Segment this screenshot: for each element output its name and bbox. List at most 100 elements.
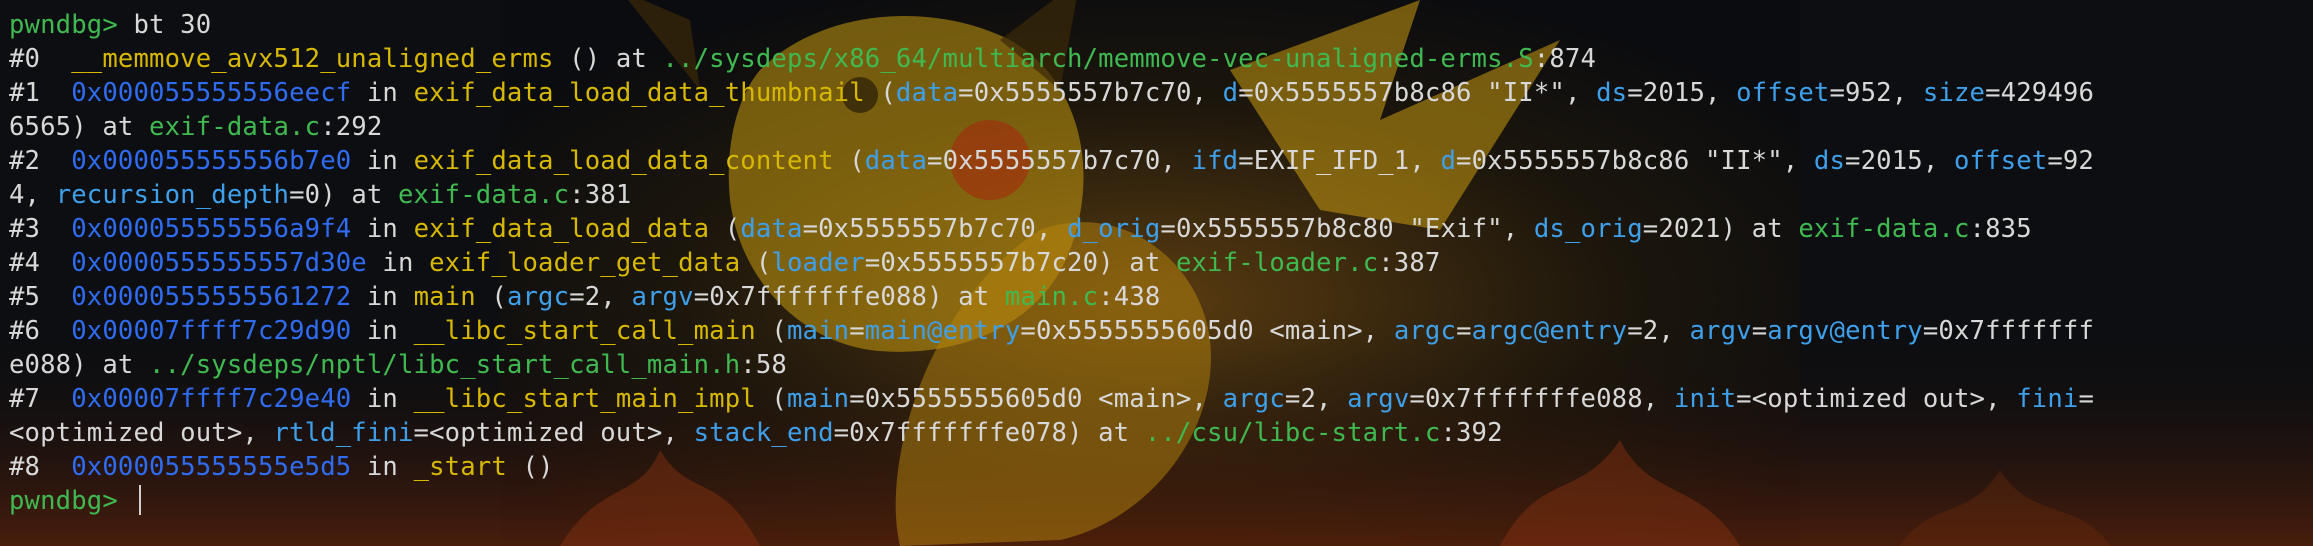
frame-address: 0x0000555555561272: [71, 282, 352, 312]
terminal-text: :835: [1969, 214, 2032, 244]
terminal-text: #2: [9, 146, 72, 176]
terminal-text: (: [740, 248, 772, 278]
terminal-text: =0x7fffffffe088) at: [693, 282, 1005, 312]
source-path: exif-data.c: [398, 180, 570, 210]
terminal-text: =92: [2047, 146, 2094, 176]
terminal-text: =0x5555557b8c86 "II*",: [1456, 146, 1814, 176]
terminal-text: (: [864, 78, 896, 108]
terminal-text: :381: [569, 180, 632, 210]
function-name: exif_data_load_data_thumbnail: [413, 78, 865, 108]
terminal-text: =0x5555557b7c20) at: [864, 248, 1176, 278]
terminal-text: in: [351, 316, 414, 346]
terminal-text: 6565) at: [9, 112, 150, 142]
backtrace-frame-line: #3 0x000055555556a9f4 in exif_data_load_…: [9, 212, 2313, 246]
frame-address: 0x000055555556eecf: [71, 78, 352, 108]
argument-name: argc@entry: [1471, 316, 1628, 346]
terminal-text: #3: [9, 214, 72, 244]
argument-name: recursion_depth: [55, 180, 290, 210]
terminal-text: :438: [1098, 282, 1161, 312]
terminal-text: :387: [1378, 248, 1441, 278]
argument-name: argv: [1689, 316, 1752, 346]
prompt-text: pwndbg>: [9, 10, 118, 40]
terminal-text: (: [755, 316, 787, 346]
argument-name: main: [786, 384, 850, 414]
argument-name: argv@entry: [1767, 316, 1923, 346]
argument-name: rtld_fini: [273, 418, 414, 448]
terminal-text: =: [1751, 316, 1768, 346]
source-path: main.c: [1004, 282, 1099, 312]
argument-name: d: [1440, 146, 1457, 176]
terminal-text: =2,: [1284, 384, 1348, 414]
terminal-text: =<optimized out>,: [413, 418, 694, 448]
terminal-text: e088) at: [9, 350, 150, 380]
backtrace-continuation-line: e088) at ../sysdeps/nptl/libc_start_call…: [9, 348, 2313, 382]
terminal-text: =: [2078, 384, 2095, 414]
argument-name: data: [740, 214, 803, 244]
backtrace-frame-line: #8 0x000055555555e5d5 in _start (): [9, 450, 2313, 484]
terminal-text: =0x5555555605d0 <main>,: [849, 384, 1223, 414]
terminal-output[interactable]: pwndbg> bt 30 #0 __memmove_avx512_unalign…: [0, 0, 2313, 546]
argument-name: main: [786, 316, 850, 346]
terminal-text: =2021) at: [1642, 214, 1799, 244]
terminal-text: #5: [9, 282, 72, 312]
function-name: __libc_start_call_main: [413, 316, 756, 346]
terminal-text: in: [351, 452, 414, 482]
source-path: exif-data.c: [1798, 214, 1970, 244]
terminal-text: :292: [320, 112, 383, 142]
terminal-text: =<optimized out>,: [1736, 384, 2017, 414]
text-cursor[interactable]: [139, 485, 142, 515]
argument-name: argc: [1222, 384, 1285, 414]
argument-name: stack_end: [693, 418, 834, 448]
backtrace-frame-line: #0 __memmove_avx512_unaligned_erms () at…: [9, 42, 2313, 76]
terminal-text: #8: [9, 452, 72, 482]
source-path: exif-data.c: [149, 112, 321, 142]
terminal-text: #7: [9, 384, 72, 414]
terminal-text: #4: [9, 248, 72, 278]
frame-address: 0x0000555555557d30e: [71, 248, 367, 278]
frame-address: 0x000055555555e5d5: [71, 452, 352, 482]
function-name: exif_data_load_data: [413, 214, 710, 244]
terminal-text: =: [849, 316, 865, 346]
argument-name: ds: [1813, 146, 1846, 176]
prompt-text: pwndbg>: [9, 486, 118, 516]
prompt-line: pwndbg>: [9, 484, 2313, 518]
terminal-text: in: [351, 78, 414, 108]
source-path: ../csu/libc-start.c: [1144, 418, 1441, 448]
frame-address: 0x00007ffff7c29d90: [71, 316, 352, 346]
terminal-text: =2015,: [1627, 78, 1737, 108]
terminal-text: (: [755, 384, 787, 414]
terminal-text: =0x5555555605d0 <main>,: [1020, 316, 1394, 346]
terminal-text: =EXIF_IFD_1,: [1238, 146, 1441, 176]
backtrace-continuation-line: <optimized out>, rtld_fini=<optimized ou…: [9, 416, 2313, 450]
argument-name: argv: [631, 282, 694, 312]
terminal-text: =0) at: [289, 180, 398, 210]
backtrace-frame-line: #7 0x00007ffff7c29e40 in __libc_start_ma…: [9, 382, 2313, 416]
terminal-text: in: [351, 214, 414, 244]
terminal-text: (: [709, 214, 741, 244]
argument-name: argc: [1393, 316, 1457, 346]
function-name: __memmove_avx512_unaligned_erms: [71, 44, 554, 74]
terminal-text: <optimized out>,: [9, 418, 274, 448]
terminal-text: =: [1456, 316, 1472, 346]
terminal-text: =952,: [1829, 78, 1923, 108]
terminal-text: 4,: [9, 180, 56, 210]
argument-name: argc: [506, 282, 570, 312]
terminal-text: =2,: [1627, 316, 1690, 346]
frame-address: 0x000055555556a9f4: [71, 214, 352, 244]
terminal-text: =0x5555557b8c80 "Exif",: [1160, 214, 1534, 244]
terminal-text: () at: [553, 44, 663, 74]
argument-name: data: [895, 78, 959, 108]
argument-name: ds_orig: [1533, 214, 1643, 244]
backtrace-continuation-line: 6565) at exif-data.c:292: [9, 110, 2313, 144]
source-path: exif-loader.c: [1175, 248, 1379, 278]
terminal-text: (: [475, 282, 507, 312]
terminal-text: in: [351, 384, 414, 414]
argument-name: offset: [1953, 146, 2048, 176]
terminal-text: #6: [9, 316, 72, 346]
backtrace-frame-line: #2 0x000055555556b7e0 in exif_data_load_…: [9, 144, 2313, 178]
terminal-text: bt 30: [117, 10, 212, 40]
argument-name: ifd: [1191, 146, 1239, 176]
terminal-text: :392: [1440, 418, 1503, 448]
argument-name: main@entry: [864, 316, 1021, 346]
terminal-text: in: [351, 146, 414, 176]
